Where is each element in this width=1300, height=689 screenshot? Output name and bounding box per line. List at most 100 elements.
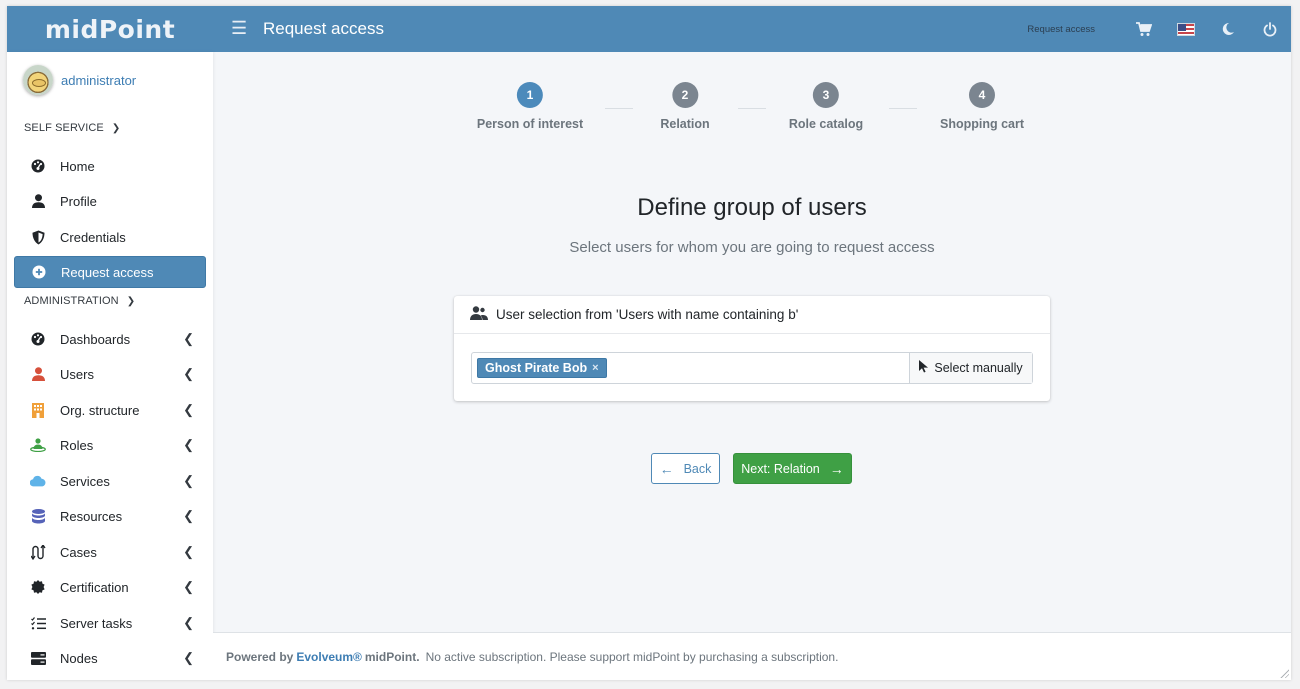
sidebar-item-label: Org. structure <box>60 402 140 418</box>
step-connector <box>738 108 766 109</box>
main-content: 1 Person of interest 2 Relation 3 Role c… <box>213 52 1291 632</box>
role-icon <box>30 437 46 453</box>
user-panel[interactable]: administrator <box>23 65 136 95</box>
arrow-left-icon: ← <box>659 460 674 477</box>
database-icon <box>30 508 46 524</box>
wizard-subtitle: Select users for whom you are going to r… <box>569 239 935 256</box>
user-selection-card: User selection from 'Users with name con… <box>454 296 1050 401</box>
wizard-step-role-catalog[interactable]: 3 Role catalog <box>789 82 863 131</box>
resize-grip-icon[interactable] <box>1279 668 1289 678</box>
sidebar-item-server-tasks[interactable]: Server tasks ❮ <box>14 607 206 639</box>
tasks-icon <box>30 615 46 631</box>
chevron-down-icon: ❯ <box>111 122 121 134</box>
footer: Powered by Evolveum® midPoint. No active… <box>213 632 1291 680</box>
selected-user-tag: Ghost Pirate Bob × <box>477 358 607 378</box>
step-label: Person of interest <box>476 117 584 131</box>
chevron-left-icon: ❮ <box>183 508 194 523</box>
sidebar-item-nodes[interactable]: Nodes ❮ <box>14 642 206 674</box>
sidebar-item-credentials[interactable]: Credentials <box>14 221 206 253</box>
card-header-text: User selection from 'Users with name con… <box>496 307 799 322</box>
powered-by-text: Powered by <box>226 649 294 664</box>
step-label: Shopping cart <box>939 117 1025 131</box>
sidebar-item-services[interactable]: Services ❮ <box>14 465 206 497</box>
sidebar-item-label: Certification <box>60 579 129 595</box>
plus-circle-icon <box>31 264 47 280</box>
brand-text: midPoint <box>44 14 176 44</box>
mouse-pointer-icon <box>919 360 929 376</box>
step-number: 4 <box>969 82 995 108</box>
wizard-title: Define group of users <box>637 194 867 221</box>
next-label: Next: Relation <box>741 461 820 476</box>
sidebar-item-label: Request access <box>61 264 154 280</box>
wizard-step-relation[interactable]: 2 Relation <box>660 82 710 131</box>
back-button[interactable]: ← Back <box>651 453 720 484</box>
brand-logo[interactable]: midPoint <box>7 6 213 52</box>
user-icon <box>30 366 46 382</box>
top-navbar: midPoint ☰ Request access Request access <box>7 6 1291 52</box>
chevron-left-icon: ❮ <box>183 615 194 630</box>
step-label: Role catalog <box>788 117 864 131</box>
sidebar-item-label: Roles <box>60 437 94 453</box>
moon-icon[interactable] <box>1207 6 1249 52</box>
sidebar-item-label: Nodes <box>60 650 98 666</box>
sidebar-item-roles[interactable]: Roles ❮ <box>14 429 206 461</box>
sidebar-item-label: Cases <box>60 544 97 560</box>
subscription-notice: No active subscription. Please support m… <box>425 649 839 664</box>
breadcrumb[interactable]: Request access <box>1027 24 1095 35</box>
wizard-steps: 1 Person of interest 2 Relation 3 Role c… <box>213 82 1291 142</box>
hamburger-menu-icon[interactable]: ☰ <box>231 18 247 39</box>
next-relation-button[interactable]: Next: Relation → <box>733 453 852 484</box>
shield-icon <box>30 229 46 245</box>
sidebar-item-certification[interactable]: Certification ❮ <box>14 571 206 603</box>
sidebar-item-label: Services <box>60 473 110 489</box>
select-manually-label: Select manually <box>934 361 1023 375</box>
sidebar-item-request-access[interactable]: Request access <box>14 256 206 288</box>
remove-tag-icon[interactable]: × <box>592 362 598 374</box>
sidebar-item-users[interactable]: Users ❮ <box>14 358 206 390</box>
building-icon <box>30 402 46 418</box>
section-self-service[interactable]: SELF SERVICE ❯ <box>24 122 120 134</box>
server-icon <box>30 650 46 666</box>
sidebar-item-label: Profile <box>60 193 97 209</box>
wizard-step-person-of-interest[interactable]: 1 Person of interest <box>477 82 583 131</box>
evolveum-link[interactable]: Evolveum® <box>296 650 362 664</box>
section-administration[interactable]: ADMINISTRATION ❯ <box>24 295 135 307</box>
sidebar-item-label: Credentials <box>60 229 126 245</box>
selected-users-field[interactable]: Ghost Pirate Bob × <box>472 353 909 383</box>
sidebar-item-label: Dashboards <box>60 331 131 347</box>
section-label: SELF SERVICE <box>24 122 104 134</box>
sidebar-item-home[interactable]: Home <box>14 150 206 182</box>
user-icon <box>30 193 46 209</box>
power-icon[interactable] <box>1249 6 1291 52</box>
sidebar-item-dashboards[interactable]: Dashboards ❮ <box>14 323 206 355</box>
sidebar-item-label: Resources <box>60 508 123 524</box>
chevron-left-icon: ❮ <box>183 402 194 417</box>
cases-icon <box>30 544 46 560</box>
sidebar-item-profile[interactable]: Profile <box>14 185 206 217</box>
chevron-left-icon: ❮ <box>183 544 194 559</box>
step-connector <box>889 108 917 109</box>
username[interactable]: administrator <box>61 73 136 88</box>
avatar <box>23 65 53 95</box>
step-number: 3 <box>812 82 839 108</box>
app-window: midPoint ☰ Request access Request access… <box>7 6 1291 680</box>
select-manually-button[interactable]: Select manually <box>909 353 1032 383</box>
sidebar-item-resources[interactable]: Resources ❮ <box>14 500 206 532</box>
sidebar-item-label: Users <box>60 366 94 382</box>
cart-icon[interactable] <box>1123 6 1165 52</box>
chevron-left-icon: ❮ <box>183 331 194 346</box>
wizard-step-shopping-cart[interactable]: 4 Shopping cart <box>940 82 1024 131</box>
sidebar-item-cases[interactable]: Cases ❮ <box>14 536 206 568</box>
page-title: Request access <box>263 19 384 38</box>
step-connector <box>605 108 633 109</box>
chevron-left-icon: ❮ <box>183 473 194 488</box>
chevron-left-icon: ❮ <box>183 650 194 665</box>
top-right-toolbar: Request access <box>1027 6 1291 52</box>
arrow-right-icon: → <box>829 460 844 477</box>
midpoint-text: midPoint. <box>364 649 420 664</box>
sidebar-item-org-structure[interactable]: Org. structure ❮ <box>14 394 206 426</box>
dashboard-gauge-icon <box>30 331 46 347</box>
us-flag-icon[interactable] <box>1165 6 1207 52</box>
back-label: Back <box>683 461 712 476</box>
user-selection-input[interactable]: Ghost Pirate Bob × Select manually <box>471 352 1033 384</box>
